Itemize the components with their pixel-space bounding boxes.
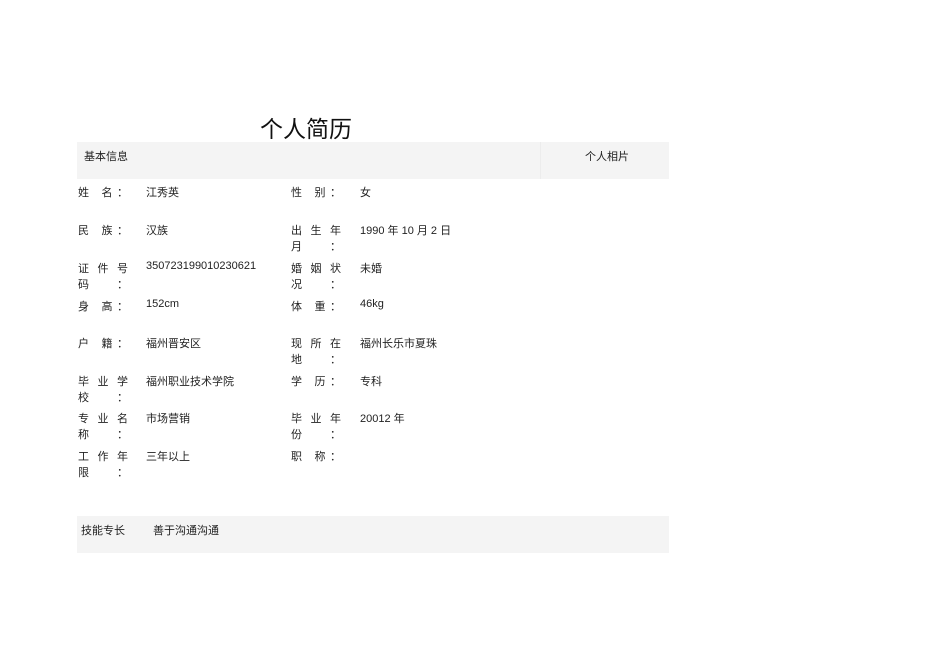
- info-row: 身 高： 152cm 体 重： 46kg: [0, 298, 700, 314]
- field-label: 毕业学校：: [78, 375, 128, 404]
- field-label: 姓 名：: [78, 186, 128, 199]
- field-value: 江秀英: [146, 187, 179, 199]
- field-value: 福州长乐市夏珠: [360, 338, 437, 350]
- info-row: 证件号码： 350723199010230621 婚姻状况： 未婚: [0, 260, 700, 291]
- field-value: 20012 年: [360, 413, 405, 425]
- field-value: 三年以上: [146, 451, 190, 463]
- field-label: 户 籍：: [78, 337, 128, 350]
- field-value: 专科: [360, 376, 382, 388]
- info-row: 毕业学校： 福州职业技术学院 学 历： 专科: [0, 373, 700, 404]
- basic-info-label: 基本信息: [84, 150, 128, 163]
- field-label: 出生年月：: [291, 224, 341, 253]
- field-value: 152cm: [146, 298, 180, 310]
- field-value: 福州职业技术学院: [146, 376, 234, 388]
- divider: [540, 142, 541, 179]
- field-label: 现所在地：: [291, 337, 341, 366]
- field-value: 汉族: [146, 225, 168, 237]
- field-label: 工作年限：: [78, 450, 128, 479]
- field-label: 专业名称：: [78, 412, 128, 441]
- field-value: 女: [360, 187, 371, 199]
- skills-value: 善于沟通沟通: [153, 524, 219, 537]
- field-label: 婚姻状况：: [291, 262, 341, 291]
- field-value: 未婚: [360, 263, 382, 275]
- field-label: 职 称：: [291, 450, 341, 463]
- photo-label: 个人相片: [585, 150, 629, 163]
- info-row: 民 族： 汉族 出生年月： 1990 年 10 月 2 日: [0, 222, 700, 253]
- field-value: 1990 年 10 月 2 日: [360, 225, 452, 237]
- info-row: 工作年限： 三年以上 职 称：: [0, 448, 700, 479]
- field-value: 福州晋安区: [146, 338, 201, 350]
- field-value: 46kg: [360, 298, 384, 310]
- field-value: 350723199010230621: [146, 260, 257, 272]
- field-label: 身 高：: [78, 300, 128, 313]
- field-label: 学 历：: [291, 375, 341, 388]
- info-row: 专业名称： 市场营销 毕业年份： 20012 年: [0, 410, 700, 441]
- info-row: 户 籍： 福州晋安区 现所在地： 福州长乐市夏珠: [0, 335, 700, 366]
- basic-info-header: 基本信息 个人相片: [77, 142, 669, 179]
- info-row: 姓 名： 江秀英 性 别： 女: [0, 184, 700, 200]
- field-value: 市场营销: [146, 413, 190, 425]
- field-label: 性 别：: [291, 186, 341, 199]
- page-title: 个人简历: [260, 117, 352, 143]
- field-label: 民 族：: [78, 224, 128, 237]
- skills-label: 技能专长: [81, 524, 125, 537]
- field-label: 体 重：: [291, 300, 341, 313]
- field-label: 毕业年份：: [291, 412, 341, 441]
- skills-section: 技能专长 善于沟通沟通: [77, 516, 669, 553]
- field-label: 证件号码：: [78, 262, 128, 291]
